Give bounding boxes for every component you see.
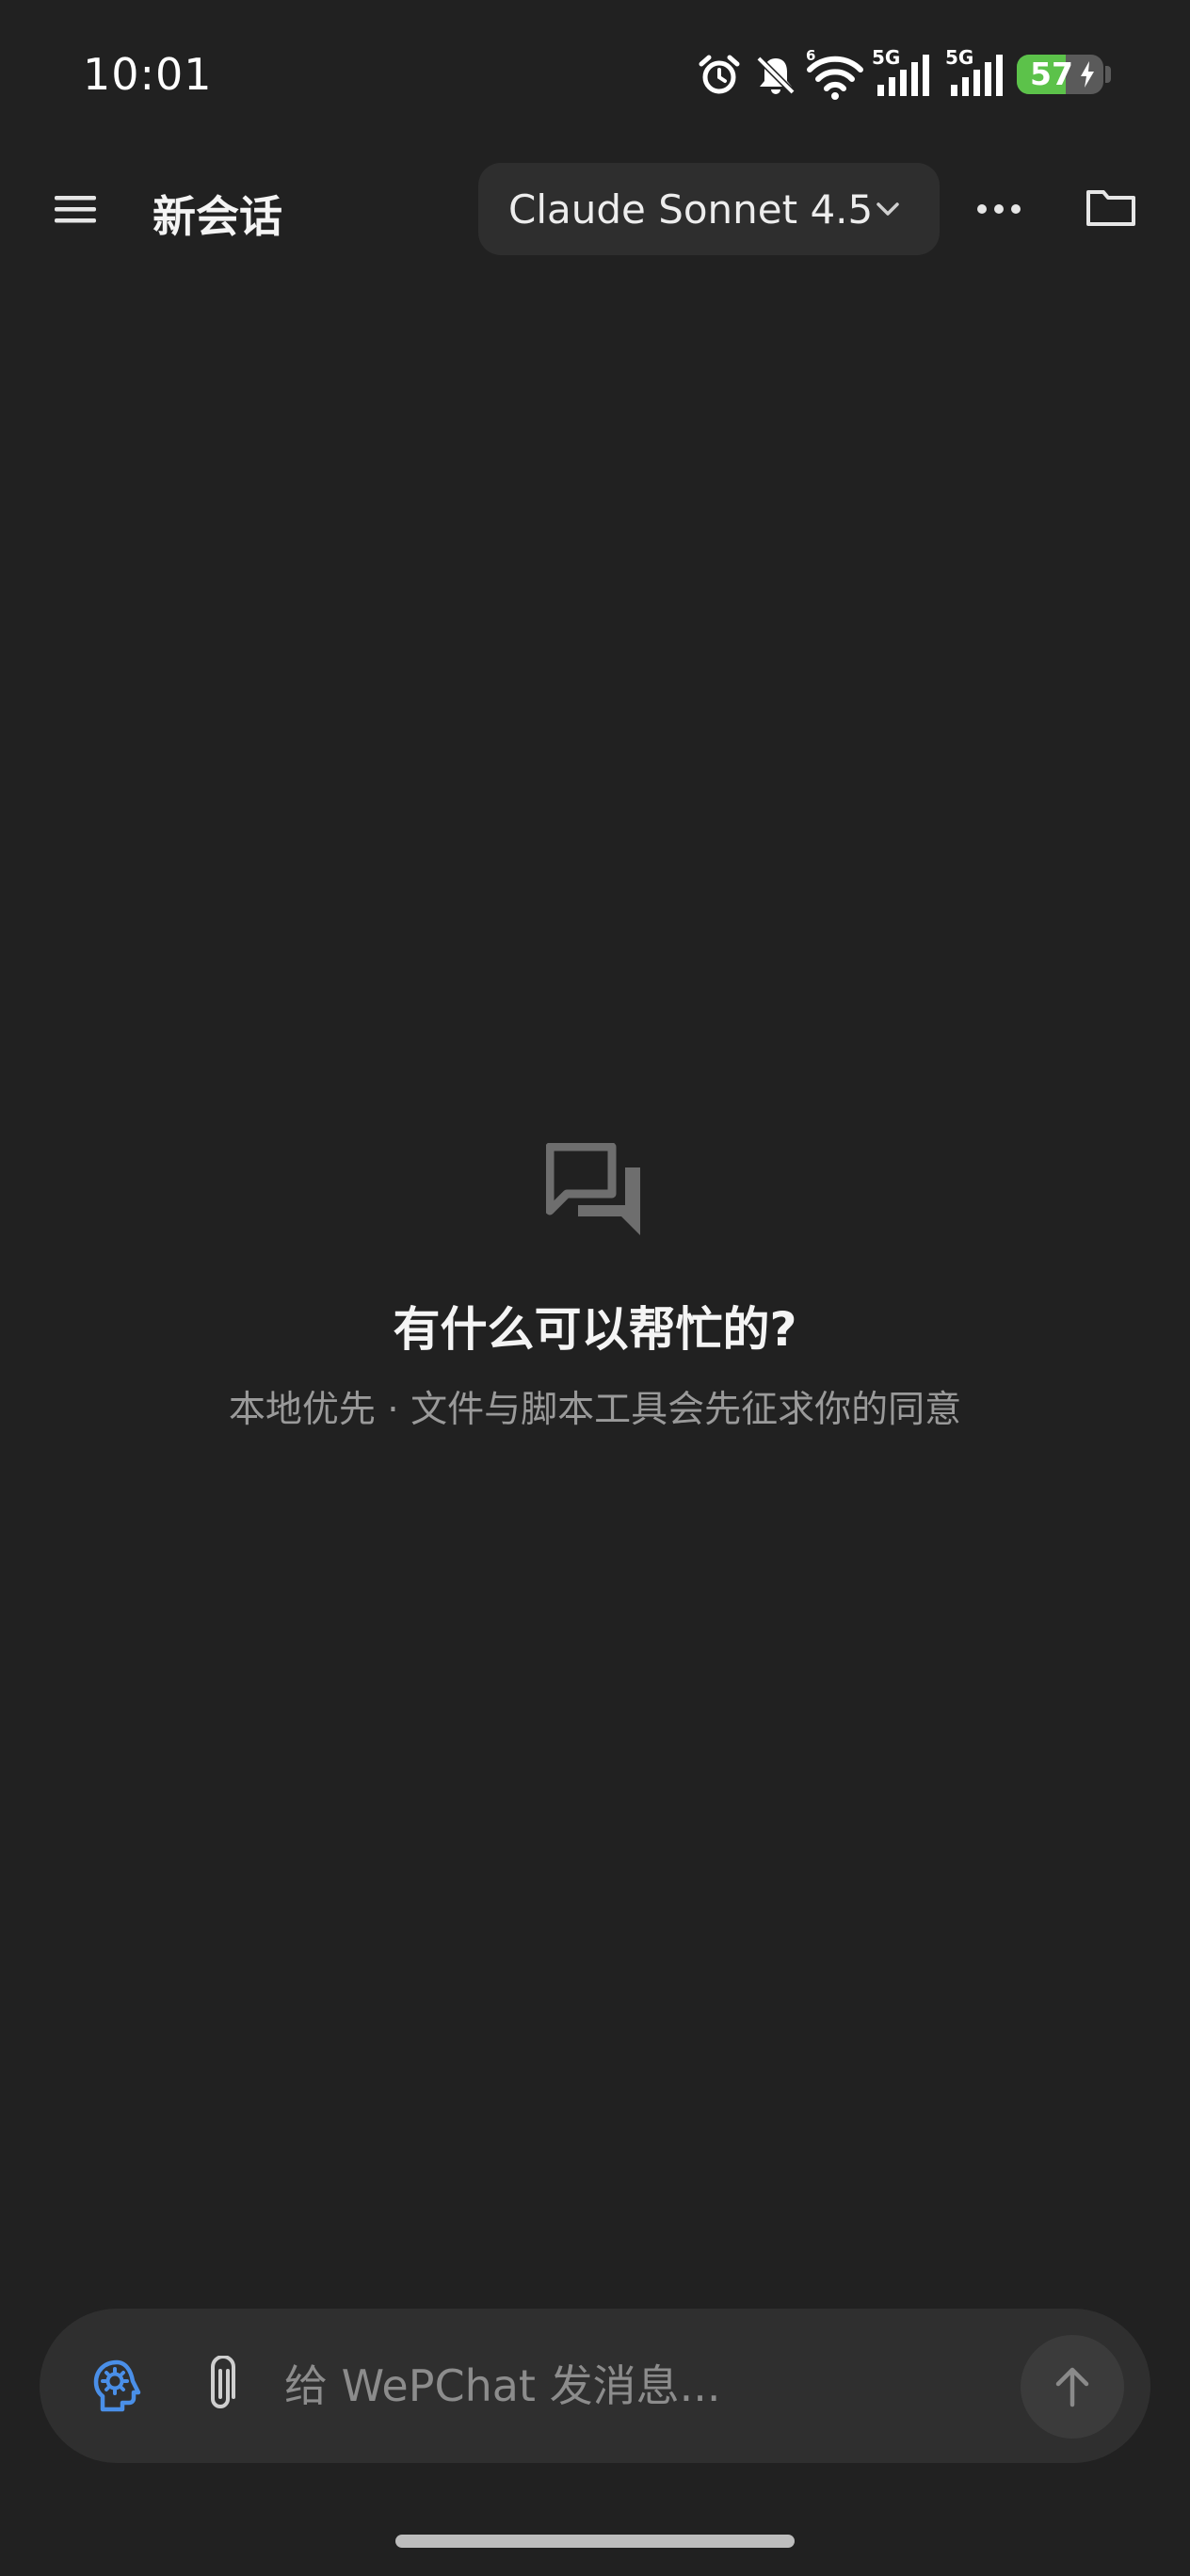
battery-level: 57 [1030,56,1073,92]
charging-bolt-icon [1081,61,1094,88]
home-indicator[interactable] [395,2535,795,2548]
battery-icon: 57 [1017,55,1103,94]
brain-gear-icon [93,2359,141,2412]
network-label-2: 5G [945,47,973,69]
alarm-icon [699,55,740,94]
wifi-icon: 6 [806,49,863,100]
paperclip-icon [211,2355,235,2408]
send-button[interactable] [1021,2335,1124,2439]
status-time: 10:01 [83,49,213,100]
folder-icon [1086,190,1135,226]
more-horizontal-icon [977,204,1021,214]
model-label: Claude Sonnet 4.5 [508,185,874,233]
battery-cap [1105,66,1111,83]
hamburger-menu-button[interactable] [51,185,107,233]
network-label-1: 5G [872,47,900,69]
bell-off-icon [756,56,796,95]
folder-button[interactable] [1085,185,1137,230]
wifi-badge: 6 [806,49,815,64]
page-title: 新会话 [153,191,282,242]
signal-icon: 5G [945,47,1003,96]
status-icons: 6 5G 5G 57 [697,47,1111,104]
arrow-up-icon [1055,2367,1089,2407]
empty-state-subtitle: 本地优先 · 文件与脚本工具会先征求你的同意 [228,1389,962,1431]
signal-icon: 5G [872,47,929,96]
chevron-down-icon [876,202,899,216]
empty-state-title: 有什么可以帮忙的? [393,1302,797,1357]
chat-bubbles-icon [545,1142,640,1235]
thinking-mode-button[interactable] [88,2358,145,2414]
attach-file-button[interactable] [200,2355,243,2416]
empty-state-icon-wrapper [545,1142,644,1237]
more-options-button[interactable] [973,186,1024,232]
hamburger-menu-icon [55,196,96,223]
app-screen: 10:01 6 5G 5G 57 新会话 Claude Sonnet 4.5 有… [0,0,1190,2576]
message-input[interactable] [284,2348,1000,2423]
message-composer [40,2309,1150,2463]
model-selector-button[interactable]: Claude Sonnet 4.5 [478,163,940,255]
